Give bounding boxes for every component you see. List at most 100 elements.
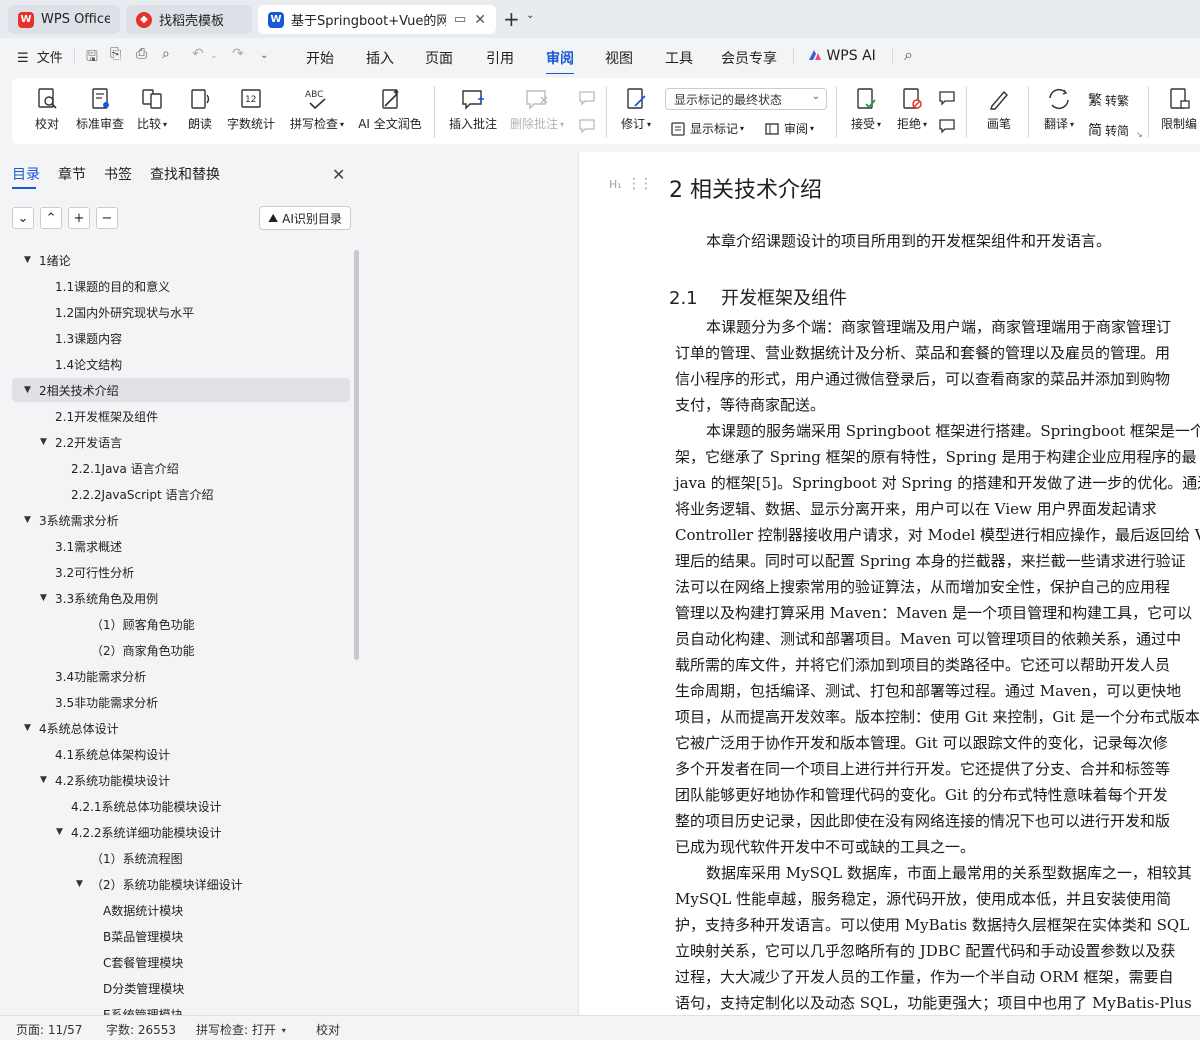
reject-button[interactable]: 拒绝 ▾ — [894, 86, 930, 132]
next-revision-button[interactable] — [938, 118, 960, 134]
toc-item[interactable]: A数据统计模块 — [12, 898, 350, 922]
drag-handle-icon[interactable]: ⋮⋮ — [627, 176, 653, 192]
export-icon[interactable]: ⎘ — [110, 46, 121, 62]
tab-bookmarks[interactable]: 书签 — [104, 164, 132, 184]
toc-item[interactable]: （1）顾客角色功能 — [12, 612, 350, 636]
translate-button[interactable]: 翻译 ▾ — [1040, 86, 1078, 132]
proofread-button[interactable]: 校对 — [30, 86, 64, 132]
prev-comment-button[interactable] — [578, 90, 600, 106]
tab-chapters[interactable]: 章节 — [58, 164, 86, 184]
close-icon[interactable]: ✕ — [474, 12, 486, 28]
toc-item[interactable]: 3.5非功能需求分析 — [12, 690, 350, 714]
delete-comment-button[interactable]: 删除批注 ▾ — [508, 86, 566, 132]
ai-toc-button[interactable]: ⛰ AI识别目录 — [259, 206, 351, 230]
tab-reference[interactable]: 引用 — [486, 48, 514, 68]
word-count-button[interactable]: 12 字数统计 — [226, 86, 276, 132]
tab-toc[interactable]: 目录 — [12, 164, 40, 189]
close-icon[interactable]: ✕ — [332, 165, 345, 184]
show-markup-button[interactable]: 显示标记 ▾ — [670, 120, 744, 137]
tab-start[interactable]: 开始 — [306, 48, 334, 68]
toc-item[interactable]: 2.1开发框架及组件 — [12, 404, 350, 428]
toc-item[interactable]: 4.2.1系统总体功能模块设计 — [12, 794, 350, 818]
tab-insert[interactable]: 插入 — [366, 48, 394, 68]
expand-group-icon[interactable]: ↘ — [1136, 130, 1143, 139]
prev-revision-button[interactable] — [938, 90, 960, 106]
toc-item[interactable]: C套餐管理模块 — [12, 950, 350, 974]
expand-arrow-icon[interactable]: ▼ — [40, 593, 47, 603]
accept-button[interactable]: 接受 ▾ — [848, 86, 884, 132]
revise-button[interactable]: 修订 ▾ — [616, 86, 656, 132]
chevron-down-icon[interactable]: ⌄ — [260, 50, 268, 61]
page-indicator[interactable]: 页面: 11/57 — [16, 1021, 82, 1038]
toc-item[interactable]: 1.2国内外研究现状与水平 — [12, 300, 350, 324]
toc-item[interactable]: 3.2可行性分析 — [12, 560, 350, 584]
to-traditional-button[interactable]: 繁 转繁 — [1088, 90, 1129, 110]
toc-item[interactable]: ▼ 4.2.2系统详细功能模块设计 — [12, 820, 350, 844]
expand-arrow-icon[interactable]: ▼ — [56, 827, 63, 837]
toc-item[interactable]: ▼ 2.2开发语言 — [12, 430, 350, 454]
toc-item[interactable]: 1.3课题内容 — [12, 326, 350, 350]
chevron-down-icon[interactable]: ⌄ — [526, 10, 534, 21]
toc-item[interactable]: ▼ （2）系统功能模块详细设计 — [12, 872, 350, 896]
tab-member[interactable]: 会员专享 — [721, 48, 777, 68]
toc-item[interactable]: ▼ 4系统总体设计 — [12, 716, 350, 740]
expand-arrow-icon[interactable]: ▼ — [24, 723, 31, 733]
add-heading-button[interactable]: + — [68, 207, 90, 229]
toc-item[interactable]: （2）商家角色功能 — [12, 638, 350, 662]
toc-item[interactable]: ▼ 2相关技术介绍 — [12, 378, 350, 402]
tab-find-replace[interactable]: 查找和替换 — [150, 164, 220, 184]
file-menu[interactable]: ☰ 文件 — [17, 47, 63, 66]
review-pane-button[interactable]: 审阅 ▾ — [764, 120, 814, 137]
expand-arrow-icon[interactable]: ▼ — [24, 515, 31, 525]
toc-item[interactable]: 4.1系统总体架构设计 — [12, 742, 350, 766]
pen-button[interactable]: 画笔 — [982, 86, 1016, 132]
toc-item[interactable]: 3.4功能需求分析 — [12, 664, 350, 688]
expand-arrow-icon[interactable]: ▼ — [40, 775, 47, 785]
to-simplified-button[interactable]: 简 转简 — [1088, 120, 1129, 140]
spell-check-status[interactable]: 拼写检查: 打开 ▾ — [196, 1021, 286, 1038]
print-preview-icon[interactable]: ⌕ — [162, 46, 170, 62]
spell-check-button[interactable]: ABC 拼写检查 ▾ — [287, 86, 347, 132]
toc-item[interactable]: ▼ 1绪论 — [12, 248, 350, 272]
tab-wps-ai[interactable]: WPS AI — [808, 48, 876, 64]
document-page[interactable]: H₁ ⋮⋮ 2 相关技术介绍 本章介绍课题设计的项目所用到的开发框架组件和开发语… — [578, 152, 1200, 1015]
toc-item[interactable]: ▼ 4.2系统功能模块设计 — [12, 768, 350, 792]
tab-tools[interactable]: 工具 — [665, 48, 693, 68]
tab-page[interactable]: 页面 — [425, 48, 453, 68]
tab-template[interactable]: ◆ 找稻壳模板 — [126, 5, 252, 34]
restrict-edit-button[interactable]: 限制编 — [1158, 86, 1200, 132]
print-icon[interactable]: ⎙ — [136, 46, 147, 62]
undo-icon[interactable]: ↶ — [192, 46, 204, 62]
heading-marker-icon[interactable]: H₁ — [609, 178, 622, 191]
toc-item[interactable]: （1）系统流程图 — [12, 846, 350, 870]
compare-button[interactable]: 比较 ▾ — [134, 86, 170, 132]
new-tab-button[interactable]: + — [503, 8, 520, 30]
toc-item[interactable]: 2.2.1Java 语言介绍 — [12, 456, 350, 480]
tab-view[interactable]: 视图 — [605, 48, 633, 68]
standard-review-button[interactable]: 标准审查 — [74, 86, 126, 132]
toc-item[interactable]: D分类管理模块 — [12, 976, 350, 1000]
toc-item[interactable]: ▼ 3系统需求分析 — [12, 508, 350, 532]
undo-dropdown-icon[interactable]: ⌄ — [210, 51, 218, 61]
toc-item[interactable]: E系统管理模块 — [12, 1002, 350, 1016]
expand-arrow-icon[interactable]: ▼ — [40, 437, 47, 447]
monitor-icon[interactable]: ▭ — [454, 12, 466, 27]
proofread-status[interactable]: 校对 — [316, 1021, 340, 1038]
tab-document[interactable]: W 基于Springboot+Vue的网上 ▭ ✕ — [258, 5, 496, 34]
read-aloud-button[interactable]: 朗读 — [184, 86, 216, 132]
insert-comment-button[interactable]: 插入批注 — [448, 86, 498, 132]
remove-heading-button[interactable]: − — [96, 207, 118, 229]
search-icon[interactable]: ⌕ — [904, 45, 913, 65]
toc-item[interactable]: B菜品管理模块 — [12, 924, 350, 948]
toc-item[interactable]: ▼ 3.3系统角色及用例 — [12, 586, 350, 610]
expand-up-button[interactable]: ⌃ — [40, 207, 62, 229]
toc-item[interactable]: 1.1课题的目的和意义 — [12, 274, 350, 298]
ai-polish-button[interactable]: AI 全文润色 — [358, 86, 422, 132]
next-comment-button[interactable] — [578, 118, 600, 134]
toc-item[interactable]: 1.4论文结构 — [12, 352, 350, 376]
collapse-all-button[interactable]: ⌄ — [12, 207, 34, 229]
word-count-indicator[interactable]: 字数: 26553 — [106, 1021, 176, 1038]
save-icon[interactable]: 🖫 — [86, 46, 98, 70]
tab-review[interactable]: 审阅 — [546, 48, 574, 75]
expand-arrow-icon[interactable]: ▼ — [24, 255, 31, 265]
